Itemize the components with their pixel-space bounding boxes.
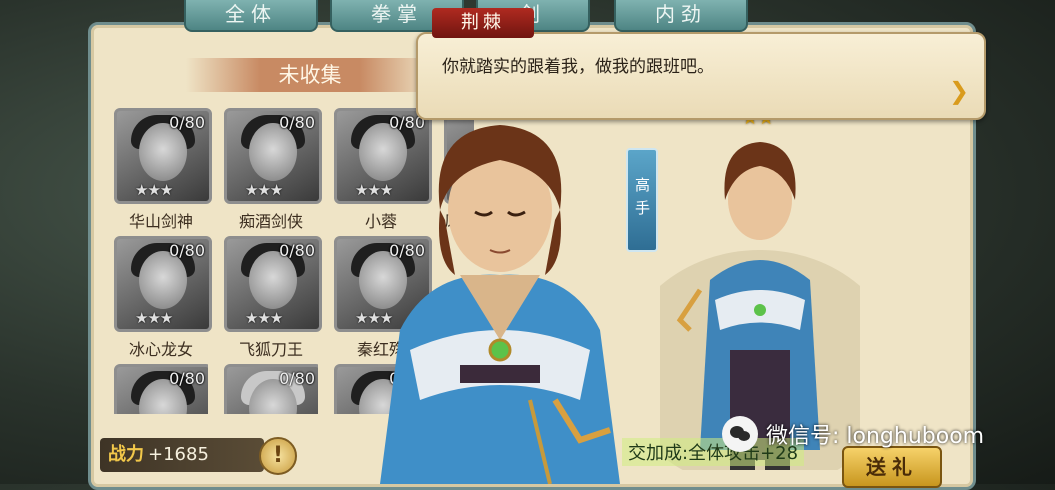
tab-all[interactable]: 全体 [184, 0, 318, 32]
star-rating-icon: ★★★ [245, 181, 283, 199]
rank-badge: 高手 [626, 148, 658, 252]
character-name: 冰心龙女 [128, 340, 193, 359]
shard-count: 0/80 [169, 113, 205, 132]
character-card[interactable]: 0/80 [114, 364, 208, 414]
shard-count: 0/80 [279, 241, 315, 260]
character-card[interactable]: 0/80 ★★★ 冰心龙女 [114, 236, 212, 360]
dialog-speaker-name: 荆棘 [432, 8, 534, 38]
section-title-uncollected: 未收集 [186, 58, 434, 92]
tab-inner-force[interactable]: 内劲 [614, 0, 748, 32]
character-name: 华山剑神 [128, 212, 193, 231]
shard-count: 0/80 [169, 241, 205, 260]
character-name: 飞狐刀王 [238, 340, 303, 359]
dialog-text: 你就踏实的跟着我，做我的跟班吧。 [442, 57, 714, 77]
character-card[interactable]: 0/80 [224, 364, 318, 414]
character-card[interactable]: 0/80 ★★★ 痴酒剑侠 [224, 108, 322, 232]
star-rating-icon: ★★★ [245, 309, 283, 327]
shard-count: 0/80 [279, 113, 315, 132]
character-name: 痴酒剑侠 [238, 212, 303, 231]
wechat-icon [722, 416, 758, 452]
combat-power-value: +1685 [148, 444, 209, 465]
combat-power-display: 战力 +1685 [100, 438, 264, 472]
chevron-right-icon[interactable]: ❯ [946, 78, 972, 104]
character-portrait: 0/80 [114, 364, 208, 414]
hero-illustration [380, 125, 620, 484]
watermark-text: 微信号: longhuboom [766, 424, 985, 449]
character-portrait: 0/80 [224, 364, 318, 414]
character-portrait: 0/80 ★★★ [114, 108, 212, 204]
gift-button[interactable]: 送礼 [842, 446, 942, 488]
character-card[interactable]: 0/80 ★★★ 华山剑神 [114, 108, 212, 232]
wechat-watermark: 微信号: longhuboom [722, 416, 984, 452]
character-portrait: 0/80 ★★★ [114, 236, 212, 332]
character-portrait: 0/80 ★★★ [224, 236, 322, 332]
info-alert-icon[interactable]: ! [259, 437, 297, 475]
dialog-box[interactable]: 你就踏实的跟着我，做我的跟班吧。 [416, 32, 986, 120]
shard-count: 0/80 [169, 369, 205, 388]
star-rating-icon: ★★★ [135, 309, 173, 327]
character-portrait: 0/80 ★★★ [224, 108, 322, 204]
combat-power-label: 战力 [108, 444, 144, 465]
shard-count: 0/80 [279, 369, 315, 388]
character-card[interactable]: 0/80 ★★★ 飞狐刀王 [224, 236, 322, 360]
star-rating-icon: ★★★ [135, 181, 173, 199]
